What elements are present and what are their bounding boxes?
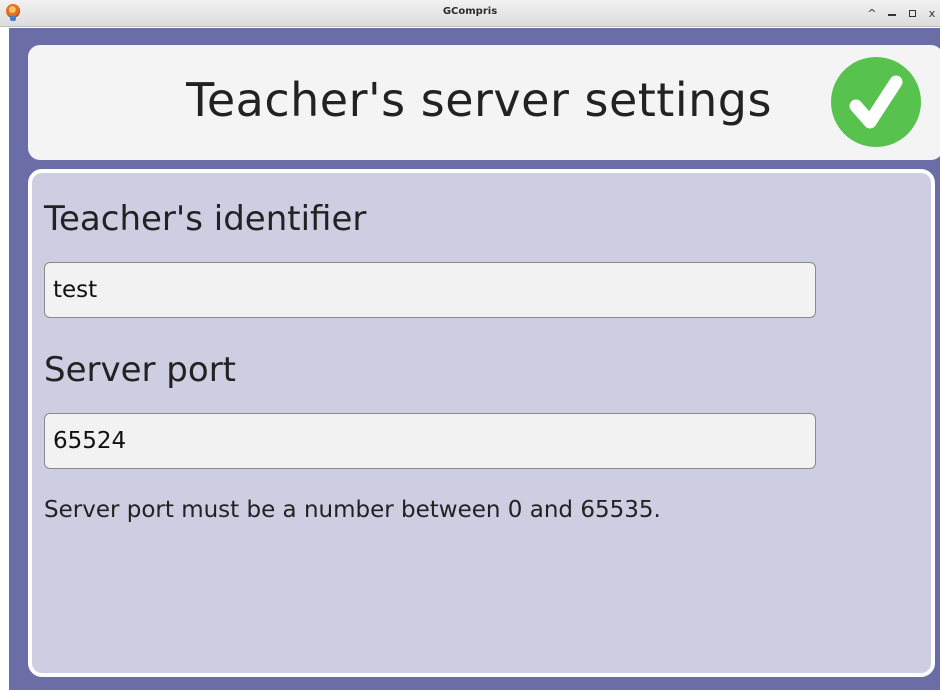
minimize-button[interactable] xyxy=(886,6,898,20)
server-port-input[interactable] xyxy=(44,413,816,469)
close-icon: x xyxy=(928,6,936,20)
maximize-button[interactable] xyxy=(906,6,918,20)
header-card: Teacher's server settings xyxy=(28,45,940,160)
window-controls: ^ x xyxy=(866,5,938,21)
maximize-icon xyxy=(908,9,916,17)
checkmark-icon xyxy=(831,57,921,147)
window-titlebar[interactable]: GCompris ^ x xyxy=(0,0,940,27)
settings-panel: Teacher's identifier Server port Server … xyxy=(28,169,935,677)
chevron-up-icon: ^ xyxy=(867,6,877,20)
server-port-label: Server port xyxy=(44,350,236,390)
ok-button[interactable] xyxy=(830,56,922,148)
close-button[interactable]: x xyxy=(926,6,938,20)
teacher-identifier-label: Teacher's identifier xyxy=(44,199,367,239)
shade-button[interactable]: ^ xyxy=(866,6,878,20)
server-port-hint: Server port must be a number between 0 a… xyxy=(44,497,661,523)
app-area: Teacher's server settings Teacher's iden… xyxy=(9,28,940,690)
page-title: Teacher's server settings xyxy=(186,73,772,127)
window-title: GCompris xyxy=(442,6,498,17)
teacher-identifier-input[interactable] xyxy=(44,262,816,318)
minimize-icon xyxy=(888,14,896,16)
gcompris-window: GCompris ^ x Teacher's server settings T… xyxy=(0,0,940,690)
